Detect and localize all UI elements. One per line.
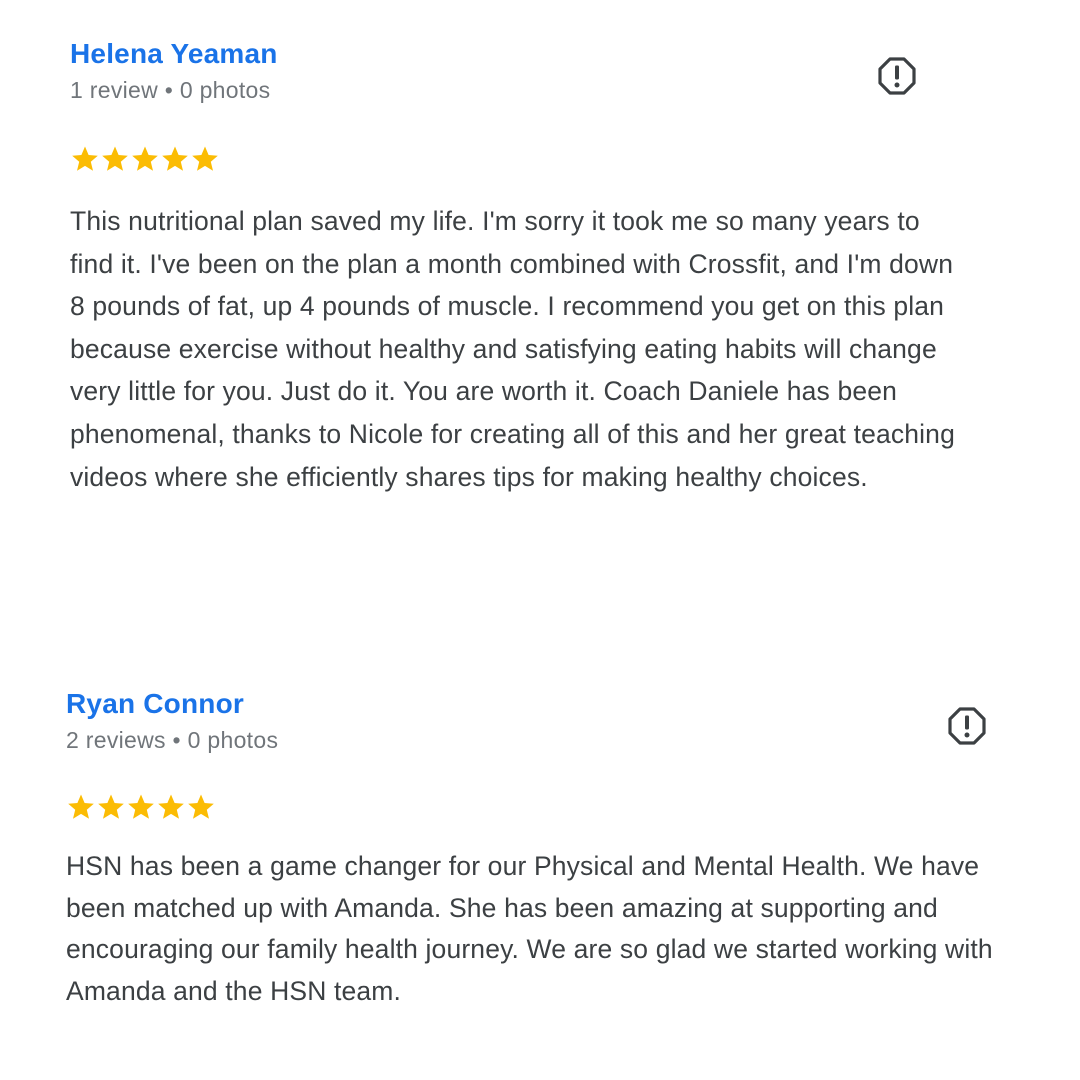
reviewer-meta: 1 review • 0 photos <box>70 74 970 106</box>
reviewer-meta: 2 reviews • 0 photos <box>66 724 1006 756</box>
photo-count: 0 photos <box>179 77 271 103</box>
star-icon <box>162 146 188 171</box>
star-rating <box>70 144 970 174</box>
report-flag-icon[interactable] <box>947 706 987 746</box>
photo-count: 0 photos <box>187 727 279 753</box>
meta-separator: • <box>172 727 181 753</box>
report-flag-icon[interactable] <box>877 56 917 96</box>
star-icon <box>72 146 98 171</box>
reviewer-name-link[interactable]: Ryan Connor <box>66 684 244 724</box>
star-icon <box>68 794 94 819</box>
star-icon <box>128 794 154 819</box>
star-icon <box>192 146 218 171</box>
review-card: Helena Yeaman 1 review • 0 photos This n… <box>70 34 970 498</box>
review-count: 1 review <box>70 77 159 103</box>
review-text: This nutritional plan saved my life. I'm… <box>70 206 955 492</box>
star-icon <box>158 794 184 819</box>
star-icon <box>132 146 158 171</box>
star-icon <box>98 794 124 819</box>
star-icon <box>188 794 214 819</box>
star-icon <box>102 146 128 171</box>
review-text: HSN has been a game changer for our Phys… <box>66 851 993 1006</box>
review-count: 2 reviews <box>66 727 166 753</box>
star-rating <box>66 792 1006 822</box>
review-card: Ryan Connor 2 reviews • 0 photos HSN has… <box>66 684 1006 1012</box>
meta-separator: • <box>164 77 174 103</box>
reviewer-name-link[interactable]: Helena Yeaman <box>70 34 278 74</box>
